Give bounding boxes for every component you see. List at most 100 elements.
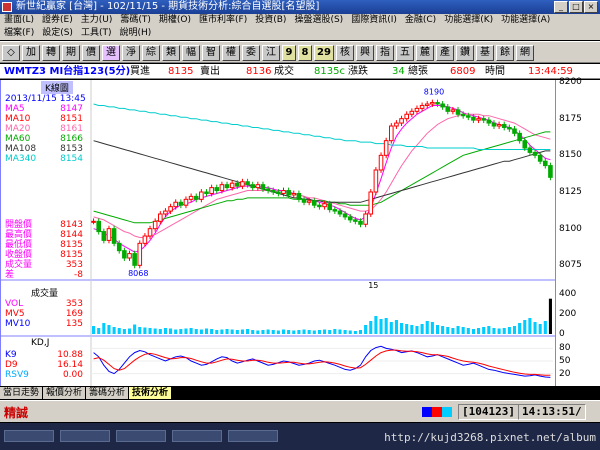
toolbar-button[interactable]: 餘 bbox=[496, 45, 514, 61]
volume-bar bbox=[127, 328, 132, 334]
volume-bar bbox=[138, 327, 142, 334]
menu-item[interactable]: 設定(S) bbox=[38, 27, 77, 40]
menu-item[interactable]: 主力(U) bbox=[77, 14, 117, 27]
toolbar-button[interactable]: 基 bbox=[476, 45, 494, 61]
candle-body bbox=[91, 220, 96, 223]
volume-bar bbox=[302, 329, 306, 334]
toolbar-button[interactable]: 8 bbox=[298, 45, 312, 61]
candle-body bbox=[337, 210, 343, 215]
menu-item[interactable]: 金融(C) bbox=[401, 14, 440, 27]
trade-value: 8135c bbox=[314, 66, 345, 77]
kd-label: D9 bbox=[5, 360, 18, 370]
chart-area[interactable]: 8190 8068 15 K線圖 2013/11/15 13:45 MA5 8147 M… bbox=[0, 80, 557, 386]
ma-value: 8147 bbox=[60, 104, 83, 114]
toolbar-button[interactable]: 核 bbox=[336, 45, 354, 61]
volume-bar bbox=[461, 327, 465, 334]
toolbar-button[interactable]: 指 bbox=[376, 45, 394, 61]
kline-title: K線圖 bbox=[41, 81, 73, 94]
toolbar-button[interactable]: 類 bbox=[162, 45, 180, 61]
ask-value: 8136 bbox=[246, 66, 272, 77]
toolbar-button[interactable]: 產 bbox=[436, 45, 454, 61]
toolbar-button[interactable]: 選 bbox=[102, 45, 120, 61]
toolbar-button[interactable]: 加 bbox=[22, 45, 40, 61]
volume-bar bbox=[523, 320, 527, 334]
maximize-button[interactable]: □ bbox=[569, 1, 583, 13]
candle-body bbox=[322, 203, 327, 208]
tab-1[interactable]: 報價分析 bbox=[43, 387, 87, 399]
toolbar-button[interactable]: 麓 bbox=[416, 45, 434, 61]
menu-item[interactable]: 功能選擇(A) bbox=[497, 14, 554, 27]
tab-2[interactable]: 籌碼分析 bbox=[86, 387, 130, 399]
menu-item[interactable]: 證券(E) bbox=[38, 14, 77, 27]
ma-legend-row: MA108 8153 bbox=[5, 144, 83, 154]
volume-bar bbox=[143, 327, 147, 334]
minimize-button[interactable]: _ bbox=[554, 1, 568, 13]
toolbar-button[interactable]: 五 bbox=[396, 45, 414, 61]
toolbar-button[interactable]: 轉 bbox=[42, 45, 60, 61]
candle-body bbox=[399, 118, 404, 124]
volume-bar bbox=[256, 330, 260, 334]
bid-value: 8135 bbox=[168, 66, 194, 77]
volume-bar bbox=[456, 326, 460, 334]
taskbar-item[interactable] bbox=[172, 430, 222, 442]
toolbar-button[interactable]: 興 bbox=[356, 45, 374, 61]
toolbar-button[interactable]: ◇ bbox=[2, 45, 20, 61]
toolbar-button[interactable]: 期 bbox=[62, 45, 80, 61]
toolbar-button[interactable]: 綜 bbox=[142, 45, 160, 61]
taskbar-item[interactable] bbox=[4, 430, 54, 442]
menu-item[interactable]: 檔案(F) bbox=[0, 27, 38, 40]
tab-0[interactable]: 當日走勢 bbox=[0, 387, 44, 399]
volume-bar bbox=[358, 330, 363, 334]
volume-bar bbox=[512, 326, 517, 334]
menu-item[interactable]: 國際資訊(I) bbox=[347, 14, 401, 27]
menu-item[interactable]: 匯市利率(F) bbox=[195, 14, 251, 27]
taskbar-item[interactable] bbox=[60, 430, 110, 442]
toolbar-button[interactable]: 網 bbox=[516, 45, 534, 61]
volume-bar bbox=[122, 329, 126, 334]
volume-bar bbox=[117, 328, 121, 334]
candle-body bbox=[394, 122, 399, 127]
toolbar-button[interactable]: 幅 bbox=[182, 45, 200, 61]
stat-label: 開盤價 bbox=[5, 220, 33, 230]
volume-bar bbox=[97, 328, 101, 334]
menu-item[interactable]: 畫面(L) bbox=[0, 14, 38, 27]
volume-bar bbox=[405, 324, 409, 334]
bid-label: 買進 bbox=[130, 66, 150, 77]
volume-bar bbox=[225, 329, 229, 334]
toolbar-button[interactable]: 智 bbox=[202, 45, 220, 61]
volume-bar bbox=[317, 330, 321, 334]
x-axis-label: 15 bbox=[368, 281, 378, 290]
menu-item[interactable]: 說明(H) bbox=[115, 27, 155, 40]
menu-item[interactable]: 功能選擇(K) bbox=[440, 14, 497, 27]
kd-legend-row: D9 16.14 bbox=[5, 360, 83, 370]
menu-item[interactable]: 操盤選股(S) bbox=[290, 14, 347, 27]
stat-label: 最高價 bbox=[5, 230, 33, 240]
toolbar-button[interactable]: 9 bbox=[282, 45, 296, 61]
toolbar-button[interactable]: 價 bbox=[82, 45, 100, 61]
menu-item[interactable]: 工具(T) bbox=[77, 27, 116, 40]
close-button[interactable]: × bbox=[584, 1, 598, 13]
candle-body bbox=[224, 184, 230, 189]
tab-3[interactable]: 技術分析 bbox=[129, 387, 173, 399]
candle-body bbox=[101, 231, 107, 241]
taskbar-item[interactable] bbox=[116, 430, 166, 442]
toolbar-button[interactable]: 鑽 bbox=[456, 45, 474, 61]
volume-bar bbox=[374, 316, 378, 334]
stat-label: 差 bbox=[5, 270, 15, 280]
menu-item[interactable]: 投資(B) bbox=[251, 14, 290, 27]
toolbar-button[interactable]: 江 bbox=[262, 45, 280, 61]
menu-item[interactable]: 籌碼(T) bbox=[116, 14, 155, 27]
toolbar-button[interactable]: 權 bbox=[222, 45, 240, 61]
toolbar-button[interactable]: 委 bbox=[242, 45, 260, 61]
toolbar-button[interactable]: 29 bbox=[314, 45, 334, 61]
kd-tick: 50 bbox=[559, 356, 571, 366]
menu-item[interactable]: 期權(O) bbox=[155, 14, 195, 27]
volume-bar bbox=[271, 330, 275, 334]
kd-value: 10.88 bbox=[57, 350, 83, 360]
kline-datetime: 2013/11/15 13:45 bbox=[5, 94, 86, 104]
toolbar-button[interactable]: 淨 bbox=[122, 45, 140, 61]
volume-bar bbox=[435, 325, 440, 334]
taskbar-item[interactable] bbox=[228, 430, 278, 442]
candle-body bbox=[496, 124, 502, 127]
volume-bar bbox=[199, 329, 203, 334]
